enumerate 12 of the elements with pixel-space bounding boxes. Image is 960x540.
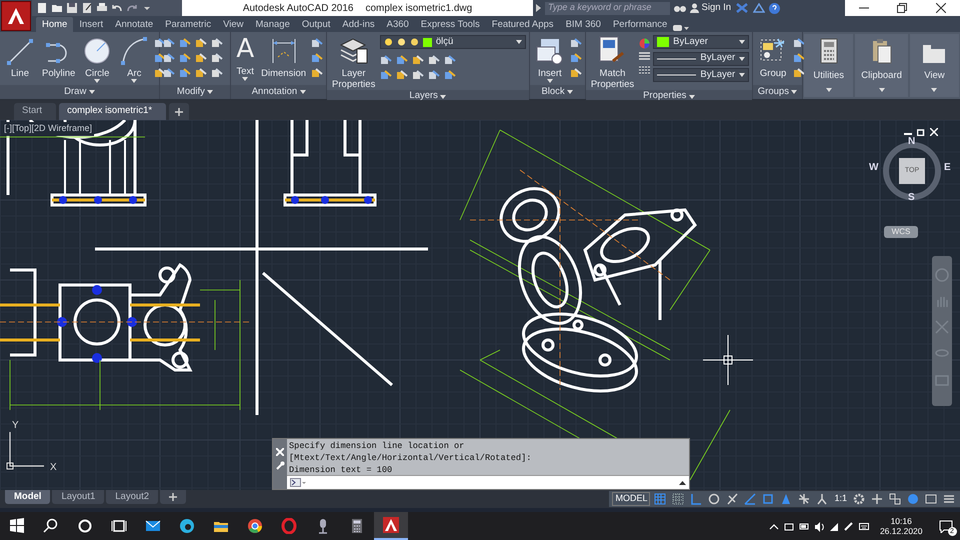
compass-label: E xyxy=(944,161,951,175)
command-history-line: Specify dimension line location or xyxy=(288,440,466,451)
command-history-line: [Mtext/Text/Angle/Horizontal/Vertical/Rotated]: xyxy=(288,452,532,463)
compass-label: S xyxy=(908,191,915,205)
compass-label: N xyxy=(908,135,916,149)
compass-label: W xyxy=(869,161,878,175)
letter-a-icon: A xyxy=(236,35,254,63)
axis-label: X xyxy=(50,461,57,475)
app-title: Autodesk AutoCAD 2016 xyxy=(242,2,354,16)
command-history-line: Dimension text = 100 xyxy=(288,464,394,475)
document-title: complex isometric1.dwg xyxy=(365,2,472,16)
axis-label: Y xyxy=(12,419,19,433)
